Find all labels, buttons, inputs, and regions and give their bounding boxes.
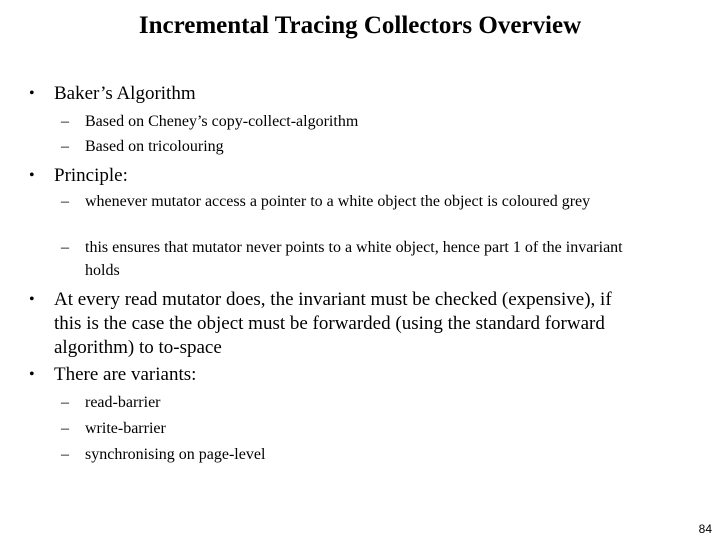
subitem-cheney: – Based on Cheney’s copy-collect-algorit…	[61, 110, 645, 133]
subitem-text: whenever mutator access a pointer to a w…	[85, 193, 591, 210]
subitem-tricolouring: – Based on tricolouring	[61, 135, 645, 158]
subitem-text: this ensures that mutator never points t…	[85, 239, 623, 279]
bullet-item-bakers-algorithm: • Baker’s Algorithm	[29, 82, 654, 106]
dash-icon: –	[61, 394, 69, 411]
subitem-text: synchronising on page-level	[85, 446, 266, 463]
bullet-item-principle: • Principle:	[29, 164, 654, 188]
bullet-icon: •	[29, 291, 35, 308]
bullet-icon: •	[29, 366, 35, 383]
bullet-text: At every read mutator does, the invarian…	[54, 289, 612, 358]
dash-icon: –	[61, 193, 69, 210]
page-number: 84	[698, 522, 712, 536]
dash-icon: –	[61, 420, 69, 437]
subitem-text: Based on tricolouring	[85, 138, 224, 155]
dash-icon: –	[61, 239, 69, 256]
bullet-icon: •	[29, 167, 35, 184]
bullet-text: Principle:	[54, 165, 128, 186]
subitem-read-barrier: – read-barrier	[61, 391, 645, 414]
bullet-text: Baker’s Algorithm	[54, 83, 196, 104]
subitem-text: write-barrier	[85, 420, 166, 437]
subitem-invariant-holds: – this ensures that mutator never points…	[61, 236, 630, 282]
bullet-item-read-check: • At every read mutator does, the invari…	[29, 288, 639, 360]
subitem-page-level-sync: – synchronising on page-level	[61, 443, 645, 466]
bullet-item-variants: • There are variants:	[29, 363, 654, 387]
bullet-icon: •	[29, 85, 35, 102]
subitem-text: read-barrier	[85, 394, 161, 411]
dash-icon: –	[61, 138, 69, 155]
subitem-mutator-access: – whenever mutator access a pointer to a…	[61, 190, 630, 213]
slide-title: Incremental Tracing Collectors Overview	[138, 12, 582, 39]
subitem-text: Based on Cheney’s copy-collect-algorithm	[85, 113, 359, 130]
bullet-text: There are variants:	[54, 364, 197, 385]
subitem-write-barrier: – write-barrier	[61, 417, 645, 440]
dash-icon: –	[61, 446, 69, 463]
dash-icon: –	[61, 113, 69, 130]
